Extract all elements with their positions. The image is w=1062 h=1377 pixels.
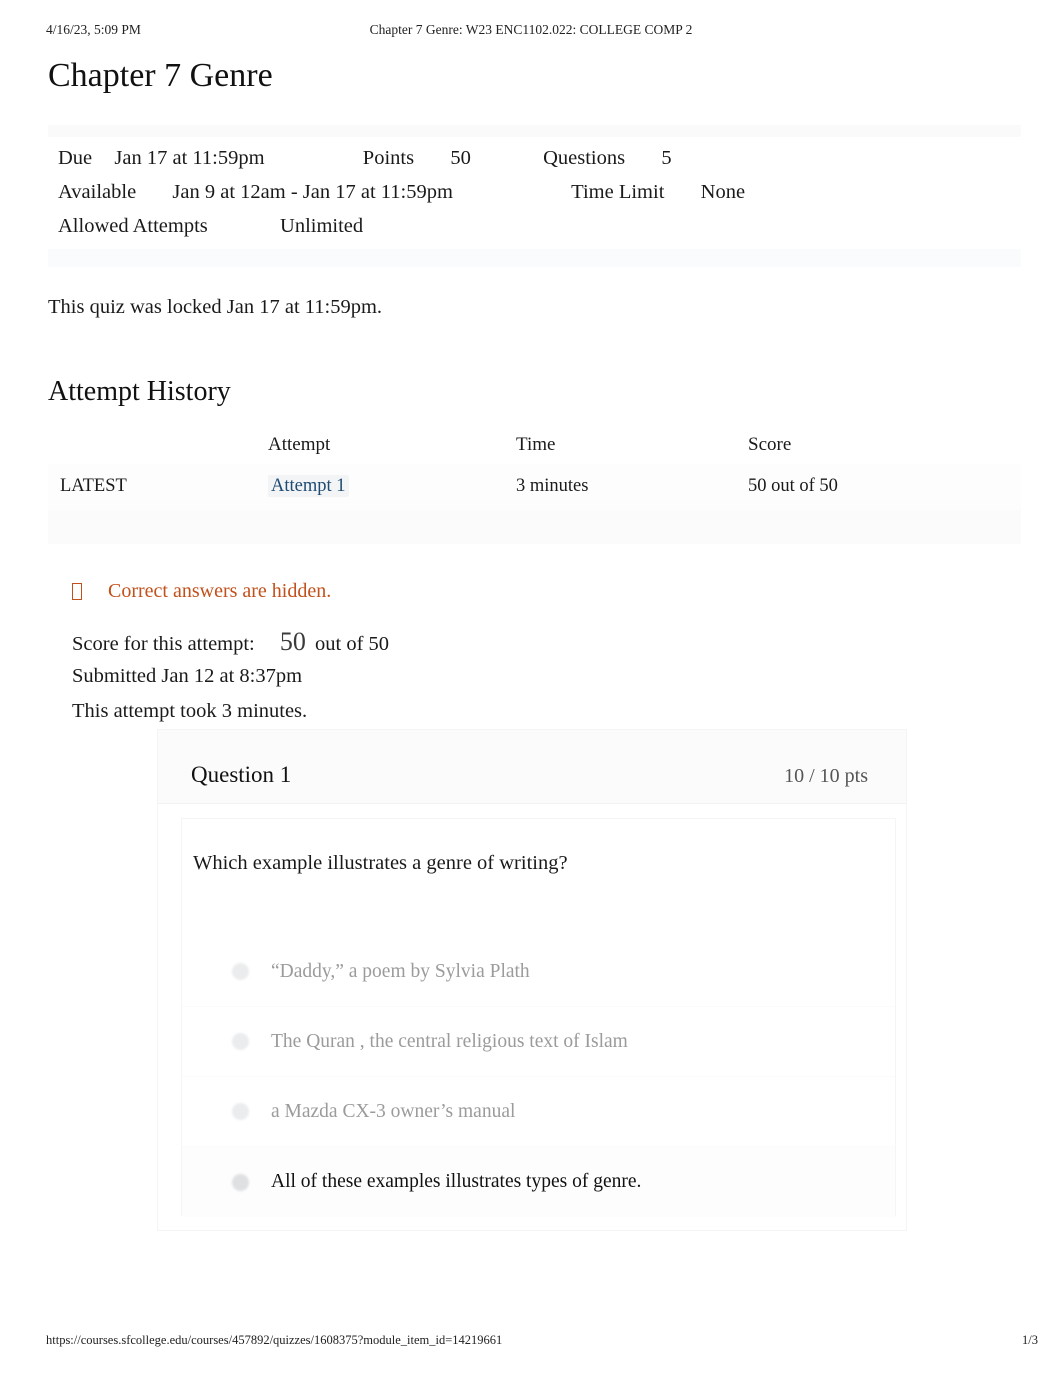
column-score: Score: [748, 434, 792, 455]
cell-attempt: Attempt 1: [268, 464, 516, 510]
quiz-info-top-band: [48, 125, 1021, 137]
answers-hidden-text: Correct answers are hidden.: [108, 580, 332, 602]
answer-option-4-label: All of these examples illustrates types …: [271, 1171, 642, 1192]
answer-list: “Daddy,” a poem by Sylvia Plath The Qura…: [182, 937, 895, 1217]
cell-score: 50 out of 50: [748, 476, 838, 496]
points-value: 50: [450, 147, 471, 169]
due-value: Jan 17 at 11:59pm: [114, 147, 265, 169]
page-title: Chapter 7 Genre: [48, 57, 273, 94]
cell-kept: LATEST: [60, 476, 127, 496]
points-label: Points: [362, 147, 415, 169]
print-footer-page-number: 1/3: [1022, 1333, 1038, 1347]
due-label: Due: [58, 147, 93, 169]
available-label: Available: [58, 181, 137, 203]
print-footer-url: https://courses.sfcollege.edu/courses/45…: [46, 1333, 503, 1347]
attempt-history-heading: Attempt History: [48, 376, 231, 407]
quiz-locked-notice: This quiz was locked Jan 17 at 11:59pm.: [48, 296, 383, 318]
available-value: Jan 9 at 12am - Jan 17 at 11:59pm: [172, 181, 453, 203]
table-row: LATEST Attempt 1 3 minutes 50 out of 50: [48, 464, 1021, 510]
answer-option-1[interactable]: “Daddy,” a poem by Sylvia Plath: [182, 937, 895, 1007]
answer-option-1-label: “Daddy,” a poem by Sylvia Plath: [271, 960, 530, 982]
answers-hidden-note: Correct answers are hidden.: [72, 577, 331, 605]
submitted-line: Submitted Jan 12 at 8:37pm: [72, 665, 303, 687]
answer-option-3[interactable]: a Mazda CX-3 owner’s manual: [182, 1077, 895, 1147]
time-limit-value: None: [700, 181, 746, 203]
attempt-history-tbody: LATEST Attempt 1 3 minutes 50 out of 50: [48, 464, 1021, 510]
attempt-history-table: Attempt Time Score LATEST Attempt 1 3 mi…: [48, 430, 1021, 510]
print-page-title: Chapter 7 Genre: W23 ENC1102.022: COLLEG…: [369, 22, 693, 37]
score-for-attempt-line: Score for this attempt: 50 out of 50: [72, 624, 389, 659]
answer-option-4[interactable]: All of these examples illustrates types …: [182, 1147, 895, 1217]
print-footer: https://courses.sfcollege.edu/courses/45…: [0, 1333, 1062, 1353]
column-time: Time: [516, 434, 556, 455]
questions-label: Questions: [543, 147, 626, 169]
attempt-history-header-row: Attempt Time Score: [48, 430, 1021, 464]
question-body: Which example illustrates a genre of wri…: [181, 818, 896, 1217]
attempt-1-link[interactable]: Attempt 1: [268, 475, 349, 497]
attempt-history-spacer: [48, 508, 1021, 544]
allowed-attempts-value: Unlimited: [280, 215, 364, 237]
quiz-info-bottom-band: [48, 249, 1021, 267]
score-value: 50: [279, 627, 306, 656]
time-limit-label: Time Limit: [571, 181, 665, 203]
answer-option-3-label: a Mazda CX-3 owner’s manual: [271, 1100, 516, 1122]
duration-line: This attempt took 3 minutes.: [72, 700, 308, 722]
cell-time: 3 minutes: [516, 476, 589, 496]
question-points: 10 / 10 pts: [784, 765, 868, 787]
quiz-info-row-due: Due Jan 17 at 11:59pm Points 50 Question…: [58, 141, 1021, 175]
quiz-info-rows: Due Jan 17 at 11:59pm Points 50 Question…: [48, 137, 1021, 243]
quiz-info-row-attempts: Allowed Attempts Unlimited: [58, 209, 1021, 243]
column-attempt: Attempt: [268, 434, 331, 455]
radio-button-selected-icon[interactable]: [232, 1173, 249, 1191]
score-out-of: out of 50: [315, 633, 390, 655]
question-text: Which example illustrates a genre of wri…: [193, 852, 568, 874]
allowed-attempts-label: Allowed Attempts: [58, 215, 208, 237]
score-label: Score for this attempt:: [72, 633, 255, 655]
print-header: 4/16/23, 5:09 PM Chapter 7 Genre: W23 EN…: [0, 22, 1062, 44]
score-summary: Score for this attempt: 50 out of 50 Sub…: [72, 624, 389, 729]
eye-slash-icon: [72, 582, 82, 600]
radio-button-icon[interactable]: [232, 963, 249, 980]
radio-button-icon[interactable]: [232, 1103, 249, 1120]
quiz-info-box: Due Jan 17 at 11:59pm Points 50 Question…: [48, 125, 1021, 267]
radio-button-icon[interactable]: [232, 1033, 249, 1050]
questions-value: 5: [661, 147, 672, 169]
question-card: Question 1 10 / 10 pts Which example ill…: [157, 729, 907, 1231]
question-header: Question 1 10 / 10 pts: [158, 730, 906, 804]
attempt-history-thead: Attempt Time Score: [48, 430, 1021, 464]
quiz-info-row-available: Available Jan 9 at 12am - Jan 17 at 11:5…: [58, 175, 1021, 209]
answer-option-2-label: The Quran , the central religious text o…: [271, 1030, 628, 1052]
answer-option-2[interactable]: The Quran , the central religious text o…: [182, 1007, 895, 1077]
question-name: Question 1: [191, 762, 292, 787]
column-kept: [48, 430, 268, 464]
